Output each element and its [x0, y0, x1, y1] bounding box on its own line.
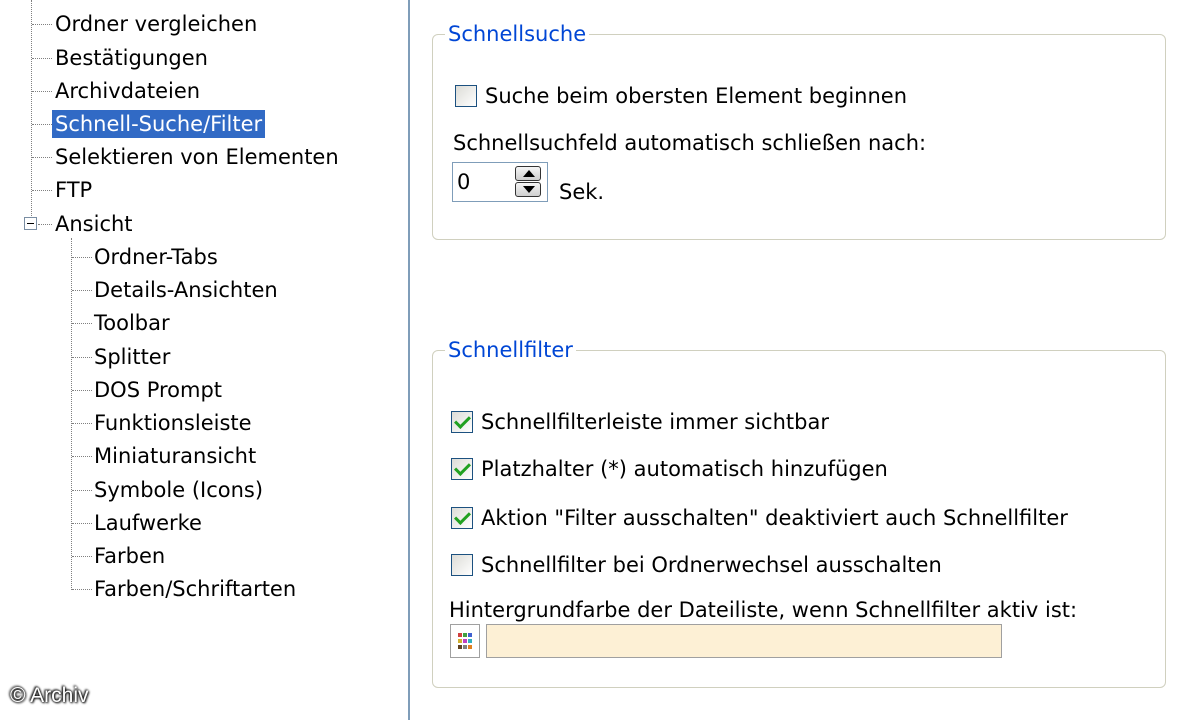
tree-connector	[31, 0, 32, 216]
tree-item-selektieren[interactable]: Selektieren von Elementen	[52, 143, 342, 171]
tree-item-laufwerke[interactable]: Laufwerke	[91, 509, 205, 537]
tree-item-ftp[interactable]: FTP	[52, 176, 95, 204]
tree-item-symbole[interactable]: Symbole (Icons)	[91, 476, 266, 504]
spin-down-button[interactable]	[515, 182, 541, 197]
tree-connector	[72, 257, 92, 258]
wildcard-label[interactable]: Platzhalter (*) automatisch hinzufügen	[481, 455, 888, 483]
tree-item-miniaturansicht[interactable]: Miniaturansicht	[91, 442, 259, 470]
copyright-watermark: © Archiv	[10, 684, 89, 707]
filter-off-action-label[interactable]: Aktion "Filter ausschalten" deaktiviert …	[481, 504, 1068, 532]
tree-item-ordner-vergleichen[interactable]: Ordner vergleichen	[52, 10, 260, 38]
folder-change-label[interactable]: Schnellfilter bei Ordnerwechsel ausschal…	[481, 551, 942, 579]
schnellsuche-group: Schnellsuche Suche beim obersten Element…	[432, 20, 1166, 240]
tree-connector	[72, 523, 92, 524]
tree-connector	[32, 157, 52, 158]
bgcolor-preview-field[interactable]	[486, 624, 1002, 658]
seconds-unit-label: Sek.	[559, 180, 605, 204]
tree-item-splitter[interactable]: Splitter	[91, 343, 173, 371]
bgcolor-label: Hintergrundfarbe der Dateiliste, wenn Sc…	[449, 598, 1078, 622]
wildcard-checkbox[interactable]	[451, 458, 473, 480]
tree-item-farben[interactable]: Farben	[91, 542, 168, 570]
palette-icon	[458, 633, 473, 650]
options-tree: Ordner vergleichen Bestätigungen Archivd…	[0, 0, 410, 720]
filterbar-visible-label[interactable]: Schnellfilterleiste immer sichtbar	[481, 408, 829, 436]
search-top-checkbox[interactable]	[455, 85, 477, 107]
tree-item-archivdateien[interactable]: Archivdateien	[52, 77, 203, 105]
tree-connector	[72, 290, 92, 291]
tree-item-bestaetigungen[interactable]: Bestätigungen	[52, 44, 211, 72]
tree-item-schnell-suche-filter[interactable]: Schnell-Suche/Filter	[52, 110, 266, 138]
tree-item-ansicht[interactable]: Ansicht	[52, 210, 136, 238]
filter-off-action-checkbox[interactable]	[451, 507, 473, 529]
tree-connector	[72, 456, 92, 457]
tree-item-dos-prompt[interactable]: DOS Prompt	[91, 376, 225, 404]
tree-connector	[32, 190, 52, 191]
tree-connector	[72, 423, 92, 424]
tree-item-funktionsleiste[interactable]: Funktionsleiste	[91, 409, 255, 437]
autoclose-seconds-stepper[interactable]: 0	[452, 162, 548, 202]
filterbar-visible-checkbox[interactable]	[451, 411, 473, 433]
spin-up-button[interactable]	[515, 166, 541, 181]
autoclose-seconds-value[interactable]: 0	[457, 168, 470, 196]
tree-connector	[72, 390, 92, 391]
tree-connector	[72, 357, 92, 358]
schnellfilter-title: Schnellfilter	[445, 336, 576, 364]
tree-connector	[38, 224, 52, 225]
tree-connector	[32, 24, 52, 25]
tree-connector	[32, 58, 52, 59]
search-top-label[interactable]: Suche beim obersten Element beginnen	[485, 82, 907, 110]
arrow-down-icon	[523, 186, 535, 193]
tree-connector	[72, 490, 92, 491]
arrow-up-icon	[523, 170, 535, 177]
folder-change-checkbox[interactable]	[451, 554, 473, 576]
tree-connector	[72, 556, 92, 557]
tree-connector	[32, 124, 52, 125]
tree-item-toolbar[interactable]: Toolbar	[91, 309, 173, 337]
tree-connector	[72, 589, 92, 590]
tree-item-ordner-tabs[interactable]: Ordner-Tabs	[91, 243, 221, 271]
autoclose-label: Schnellsuchfeld automatisch schließen na…	[453, 131, 927, 155]
schnellsuche-title: Schnellsuche	[445, 20, 590, 48]
collapse-toggle-icon[interactable]	[24, 217, 37, 230]
tree-connector	[72, 323, 92, 324]
options-panel: Schnellsuche Suche beim obersten Element…	[410, 0, 1200, 720]
tree-item-farben-schriftarten[interactable]: Farben/Schriftarten	[91, 575, 299, 603]
tree-item-details-ansichten[interactable]: Details-Ansichten	[91, 276, 281, 304]
color-picker-button[interactable]	[450, 624, 480, 658]
tree-connector	[32, 91, 52, 92]
